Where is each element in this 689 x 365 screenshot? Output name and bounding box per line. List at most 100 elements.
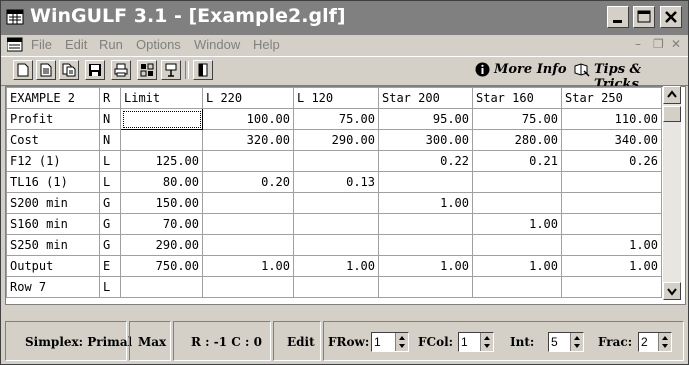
vertical-scrollbar[interactable] (663, 86, 681, 300)
row-type-cell[interactable]: L (99, 276, 121, 298)
app-icon[interactable] (6, 8, 24, 26)
value-cell[interactable]: 110.00 (561, 108, 662, 130)
minimize-button[interactable] (607, 6, 629, 28)
save-button[interactable] (85, 60, 105, 80)
value-cell[interactable] (293, 192, 379, 214)
open-file-button[interactable] (36, 60, 56, 80)
report-button[interactable] (161, 60, 181, 80)
value-cell[interactable]: 1.00 (561, 234, 662, 256)
mdi-close-icon[interactable]: ✕ (671, 37, 681, 51)
row-type-cell[interactable]: L (99, 171, 121, 193)
value-cell[interactable]: 1.00 (561, 255, 662, 277)
menu-edit[interactable]: Edit (65, 37, 87, 52)
edit-file-button[interactable] (59, 60, 79, 80)
header-cell[interactable]: EXAMPLE 2 (6, 87, 100, 109)
value-cell[interactable]: 340.00 (561, 129, 662, 151)
value-cell[interactable]: 1.00 (472, 255, 562, 277)
row-label-cell[interactable]: S250 min (6, 234, 100, 256)
value-cell[interactable] (561, 213, 662, 235)
value-cell[interactable]: 280.00 (472, 129, 562, 151)
spinner-arrows-icon[interactable] (570, 333, 583, 351)
value-cell[interactable] (202, 192, 294, 214)
fcol-spinner[interactable]: 1 (458, 332, 494, 352)
header-cell[interactable]: L 120 (293, 87, 379, 109)
value-cell[interactable]: 150.00 (120, 192, 203, 214)
mdi-minimize-icon[interactable]: – (635, 37, 641, 51)
value-cell[interactable]: 300.00 (378, 129, 473, 151)
value-cell[interactable]: 0.22 (378, 150, 473, 172)
value-cell[interactable]: 290.00 (120, 234, 203, 256)
frow-spinner[interactable]: 1 (371, 332, 409, 352)
value-cell[interactable]: 70.00 (120, 213, 203, 235)
menu-window[interactable]: Window (194, 37, 240, 52)
solve-button[interactable] (137, 60, 157, 80)
value-cell[interactable]: 0.13 (293, 171, 379, 193)
value-cell[interactable]: 320.00 (202, 129, 294, 151)
value-cell[interactable]: 1.00 (293, 255, 379, 277)
value-cell[interactable] (293, 150, 379, 172)
row-label-cell[interactable]: Cost (6, 129, 100, 151)
value-cell[interactable]: 290.00 (293, 129, 379, 151)
row-type-cell[interactable]: N (99, 108, 121, 130)
value-cell[interactable] (561, 192, 662, 214)
row-type-cell[interactable]: L (99, 150, 121, 172)
menu-file[interactable]: File (31, 37, 52, 52)
row-label-cell[interactable]: Output (6, 255, 100, 277)
print-button[interactable] (111, 60, 131, 80)
row-type-cell[interactable]: G (99, 213, 121, 235)
header-cell[interactable]: L 220 (202, 87, 294, 109)
header-cell[interactable]: Star 250 (561, 87, 662, 109)
header-cell[interactable]: Limit (120, 87, 203, 109)
row-type-cell[interactable]: G (99, 192, 121, 214)
value-cell[interactable] (378, 213, 473, 235)
document-icon[interactable] (7, 37, 23, 53)
menu-help[interactable]: Help (253, 37, 280, 52)
close-button[interactable] (660, 6, 682, 28)
row-label-cell[interactable]: Profit (6, 108, 100, 130)
header-cell[interactable]: Star 200 (378, 87, 473, 109)
maximize-button[interactable] (633, 6, 655, 28)
value-cell[interactable]: 95.00 (378, 108, 473, 130)
value-cell[interactable]: 1.00 (202, 255, 294, 277)
row-type-cell[interactable]: N (99, 129, 121, 151)
value-cell[interactable] (202, 213, 294, 235)
menu-run[interactable]: Run (99, 37, 123, 52)
value-cell[interactable]: 1.00 (378, 255, 473, 277)
value-cell[interactable] (378, 171, 473, 193)
value-cell[interactable] (378, 276, 473, 298)
value-cell[interactable]: 80.00 (120, 171, 203, 193)
value-cell[interactable]: 0.20 (202, 171, 294, 193)
spinner-arrows-icon[interactable] (658, 333, 671, 351)
frac-spinner[interactable]: 2 (638, 332, 672, 352)
mdi-restore-icon[interactable]: ❐ (653, 37, 664, 51)
scroll-down-button[interactable] (663, 282, 681, 300)
spinner-arrows-icon[interactable] (395, 333, 408, 351)
value-cell[interactable]: 0.26 (561, 150, 662, 172)
objective-panel[interactable]: Max (129, 321, 171, 361)
header-cell[interactable]: R (99, 87, 121, 109)
value-cell[interactable] (472, 234, 562, 256)
spinner-arrows-icon[interactable] (480, 333, 493, 351)
value-cell[interactable] (561, 276, 662, 298)
value-cell[interactable]: 1.00 (378, 192, 473, 214)
value-cell[interactable]: 100.00 (202, 108, 294, 130)
value-cell[interactable]: 750.00 (120, 255, 203, 277)
value-cell[interactable] (202, 234, 294, 256)
new-file-button[interactable] (13, 60, 33, 80)
row-label-cell[interactable]: S160 min (6, 213, 100, 235)
value-cell[interactable] (293, 213, 379, 235)
value-cell[interactable] (472, 171, 562, 193)
row-label-cell[interactable]: F12 (1) (6, 150, 100, 172)
value-cell[interactable] (293, 276, 379, 298)
int-spinner[interactable]: 5 (548, 332, 584, 352)
row-label-cell[interactable]: S200 min (6, 192, 100, 214)
value-cell[interactable] (561, 171, 662, 193)
value-cell[interactable] (202, 150, 294, 172)
value-cell[interactable] (120, 276, 203, 298)
value-cell[interactable] (202, 276, 294, 298)
info-icon[interactable] (475, 62, 490, 77)
value-cell[interactable]: 0.21 (472, 150, 562, 172)
menu-options[interactable]: Options (136, 37, 181, 52)
value-cell[interactable]: 1.00 (472, 213, 562, 235)
value-cell[interactable] (293, 234, 379, 256)
